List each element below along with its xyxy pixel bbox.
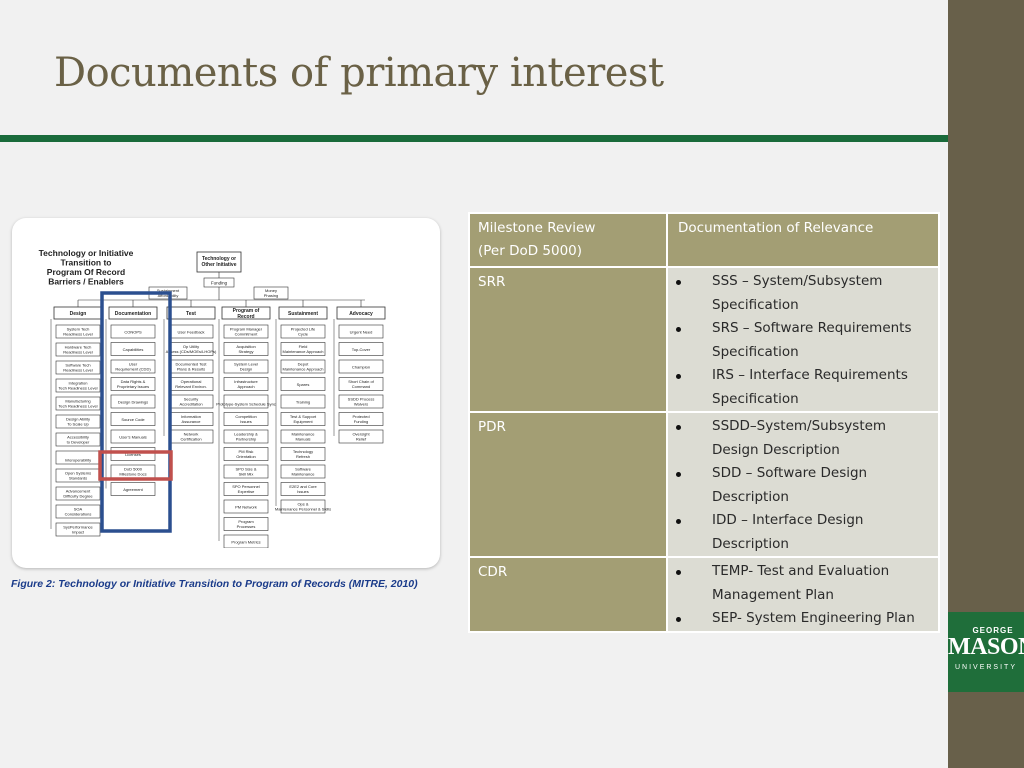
title-divider (0, 135, 948, 142)
item-label: User's Manuals (119, 435, 146, 440)
column-header-label: Sustainment (288, 311, 318, 317)
item-label: Capabilities (123, 347, 144, 352)
column-header-label: Test (186, 311, 196, 317)
column-header-label: Design (70, 311, 87, 317)
item-label: Program Metrics (231, 540, 260, 545)
milestone-cell: CDR (468, 556, 668, 633)
header-documentation: Documentation of Relevance (666, 212, 940, 268)
item-label: Information Assurance (181, 414, 201, 424)
item-label: Champion (352, 365, 370, 370)
item-label: Leadership & Partnership (234, 432, 258, 442)
item-label: Agreement (123, 487, 143, 492)
item-label: Design Drawings (118, 400, 148, 405)
gmu-logo: GEORGE MASON UNIVERSITY (948, 612, 1024, 692)
milestone-table: Milestone Review (Per DoD 5000) Document… (468, 212, 940, 633)
org-chart-figure: Technology or Initiative Transition to Pro… (34, 240, 420, 548)
header-milestone-line1: Milestone Review (478, 220, 596, 236)
item-label: Acquisition Strategy (236, 344, 255, 354)
header-milestone-review: Milestone Review (Per DoD 5000) (468, 212, 668, 268)
docs-list: TEMP- Test and Evaluation Management Pla… (668, 560, 930, 631)
item-label: Spares (297, 382, 310, 387)
doc-item: SRS – Software Requirements Specificatio… (668, 317, 930, 364)
column-header-label: Advocacy (349, 311, 373, 317)
item-label: Documented Test Plans & Results (175, 362, 207, 372)
root-box-label: Technology or Other Initiative (201, 256, 236, 268)
docs-cell: TEMP- Test and Evaluation Management Pla… (666, 556, 940, 633)
item-label: Urgent Need (350, 330, 373, 335)
item-label: Hardware Tech Readiness Level (63, 345, 93, 355)
table-row: SRR SSS – System/Subsystem Specification… (468, 266, 940, 413)
logo-university-text: UNIVERSITY (954, 664, 1017, 671)
doc-item: SDD – Software Design Description (668, 462, 930, 509)
money-phasing-label: Money Phasing (264, 288, 278, 298)
logo-mason-text: MASON (948, 634, 1024, 660)
doc-item: IRS – Interface Requirements Specificati… (668, 364, 930, 411)
milestone-cell: SRR (468, 266, 668, 413)
item-label: PM Network (235, 505, 257, 510)
item-label: Protected Funding (352, 414, 369, 424)
item-label: Source Code (121, 417, 145, 422)
milestone-table-body: SRR SSS – System/Subsystem Specification… (468, 266, 940, 633)
doc-item: TEMP- Test and Evaluation Management Pla… (668, 560, 930, 607)
doc-item: IDD – Interface Design Description (668, 509, 930, 556)
table-row: PDR SSDD–System/Subsystem Design Descrip… (468, 411, 940, 558)
item-label: User Feedback (177, 330, 204, 335)
figure-caption: Figure 2: Technology or Initiative Trans… (11, 578, 418, 590)
docs-list: SSS – System/Subsystem Specification SRS… (668, 270, 930, 411)
item-label: System Tech Readiness Level (63, 327, 93, 337)
figure-heading: Technology or Initiative Transition to Pro… (39, 248, 134, 287)
item-label: Program Processes (237, 519, 256, 529)
docs-cell: SSDD–System/Subsystem Design Description… (666, 411, 940, 558)
funding-label: Funding (211, 281, 228, 286)
table-header-row: Milestone Review (Per DoD 5000) Document… (468, 212, 940, 268)
table-row: CDR TEMP- Test and Evaluation Management… (468, 556, 940, 633)
item-label: Data Rights & Proprietary Issues (117, 379, 149, 389)
docs-cell: SSS – System/Subsystem Specification SRS… (666, 266, 940, 413)
doc-item: SEP- System Engineering Plan (668, 607, 930, 631)
item-label: Top-Cover (352, 347, 371, 352)
slide-title: Documents of primary interest (54, 50, 664, 96)
item-label: Advancement Difficulty Degree (63, 489, 93, 499)
column-header-label: Documentation (115, 311, 151, 317)
item-label: Training (296, 400, 310, 405)
item-label: Prototype-System Schedule Sync (216, 402, 276, 407)
item-label: CONOPS (124, 330, 142, 335)
doc-item: SSS – System/Subsystem Specification (668, 270, 930, 317)
item-label: Design Ability To Scale Up (66, 417, 90, 427)
milestone-cell: PDR (468, 411, 668, 558)
item-label: Accessibility to Developer (67, 435, 90, 445)
docs-list: SSDD–System/Subsystem Design Description… (668, 415, 930, 556)
item-label: PM Risk Orientation (236, 449, 256, 459)
item-label: Software Tech Readiness Level (63, 363, 93, 373)
doc-item: SSDD–System/Subsystem Design Description (668, 415, 930, 462)
header-milestone-line2: (Per DoD 5000) (478, 243, 583, 259)
item-label: Interoperability (65, 458, 91, 463)
